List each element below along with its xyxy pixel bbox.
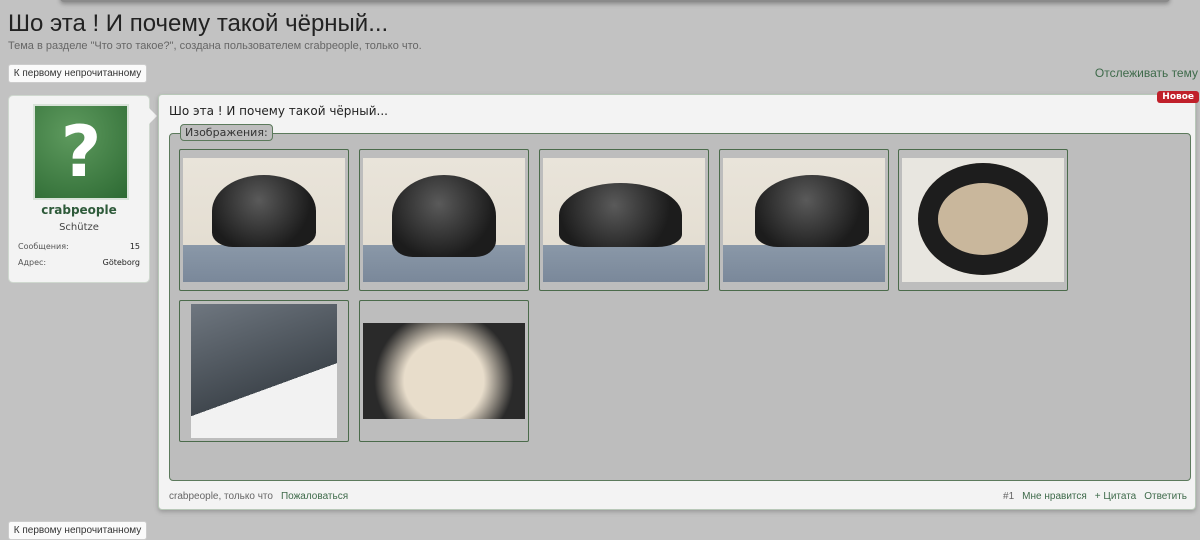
- post-number[interactable]: #1: [1003, 491, 1014, 502]
- user-rank: Schütze: [59, 222, 99, 233]
- post-footer: crabpeople, только что Пожаловаться #1 М…: [169, 491, 1187, 502]
- top-bar: [60, 0, 1170, 2]
- attachment-thumbnail[interactable]: [179, 149, 349, 291]
- attachment-thumbnail[interactable]: [539, 149, 709, 291]
- quote-link[interactable]: + Цитата: [1095, 491, 1136, 502]
- report-link[interactable]: Пожаловаться: [281, 491, 348, 502]
- attachments: Изображения:: [169, 124, 1191, 481]
- messages-count[interactable]: 15: [130, 242, 140, 251]
- attachment-thumbnail[interactable]: [898, 149, 1068, 291]
- reply-link[interactable]: Ответить: [1144, 491, 1187, 502]
- post: Шо эта ! И почему такой чёрный... Новое …: [158, 91, 1199, 510]
- address-label: Адрес:: [18, 258, 47, 267]
- attachments-label: Изображения:: [180, 124, 273, 141]
- address-stat: Адрес: Göteborg: [18, 258, 140, 267]
- messages-stat: Сообщения: 15: [18, 242, 140, 251]
- attachment-thumbnail[interactable]: [359, 300, 529, 442]
- attachment-thumbnail[interactable]: [179, 300, 349, 442]
- avatar[interactable]: ?: [33, 104, 129, 200]
- watch-thread-link[interactable]: Отслеживать тему: [1095, 66, 1198, 80]
- messages-label: Сообщения:: [18, 242, 69, 251]
- question-icon: ?: [60, 111, 102, 193]
- username[interactable]: crabpeople: [9, 203, 149, 217]
- like-link[interactable]: Мне нравится: [1022, 491, 1087, 502]
- first-unread-button[interactable]: К первому непрочитанному: [8, 64, 147, 83]
- address-value: Göteborg: [102, 258, 140, 267]
- thread-subtitle: Тема в разделе "Что это такое?", создана…: [8, 40, 422, 52]
- new-badge: Новое: [1157, 91, 1199, 103]
- user-panel: ? crabpeople Schütze Сообщения: 15 Адрес:…: [8, 95, 157, 283]
- attachment-thumbnail[interactable]: [359, 149, 529, 291]
- post-title: Шо эта ! И почему такой чёрный...: [169, 104, 388, 118]
- page-title: Шо эта ! И почему такой чёрный...: [8, 10, 389, 37]
- attachment-thumbnail[interactable]: [719, 149, 889, 291]
- post-author-time[interactable]: crabpeople, только что: [169, 491, 273, 502]
